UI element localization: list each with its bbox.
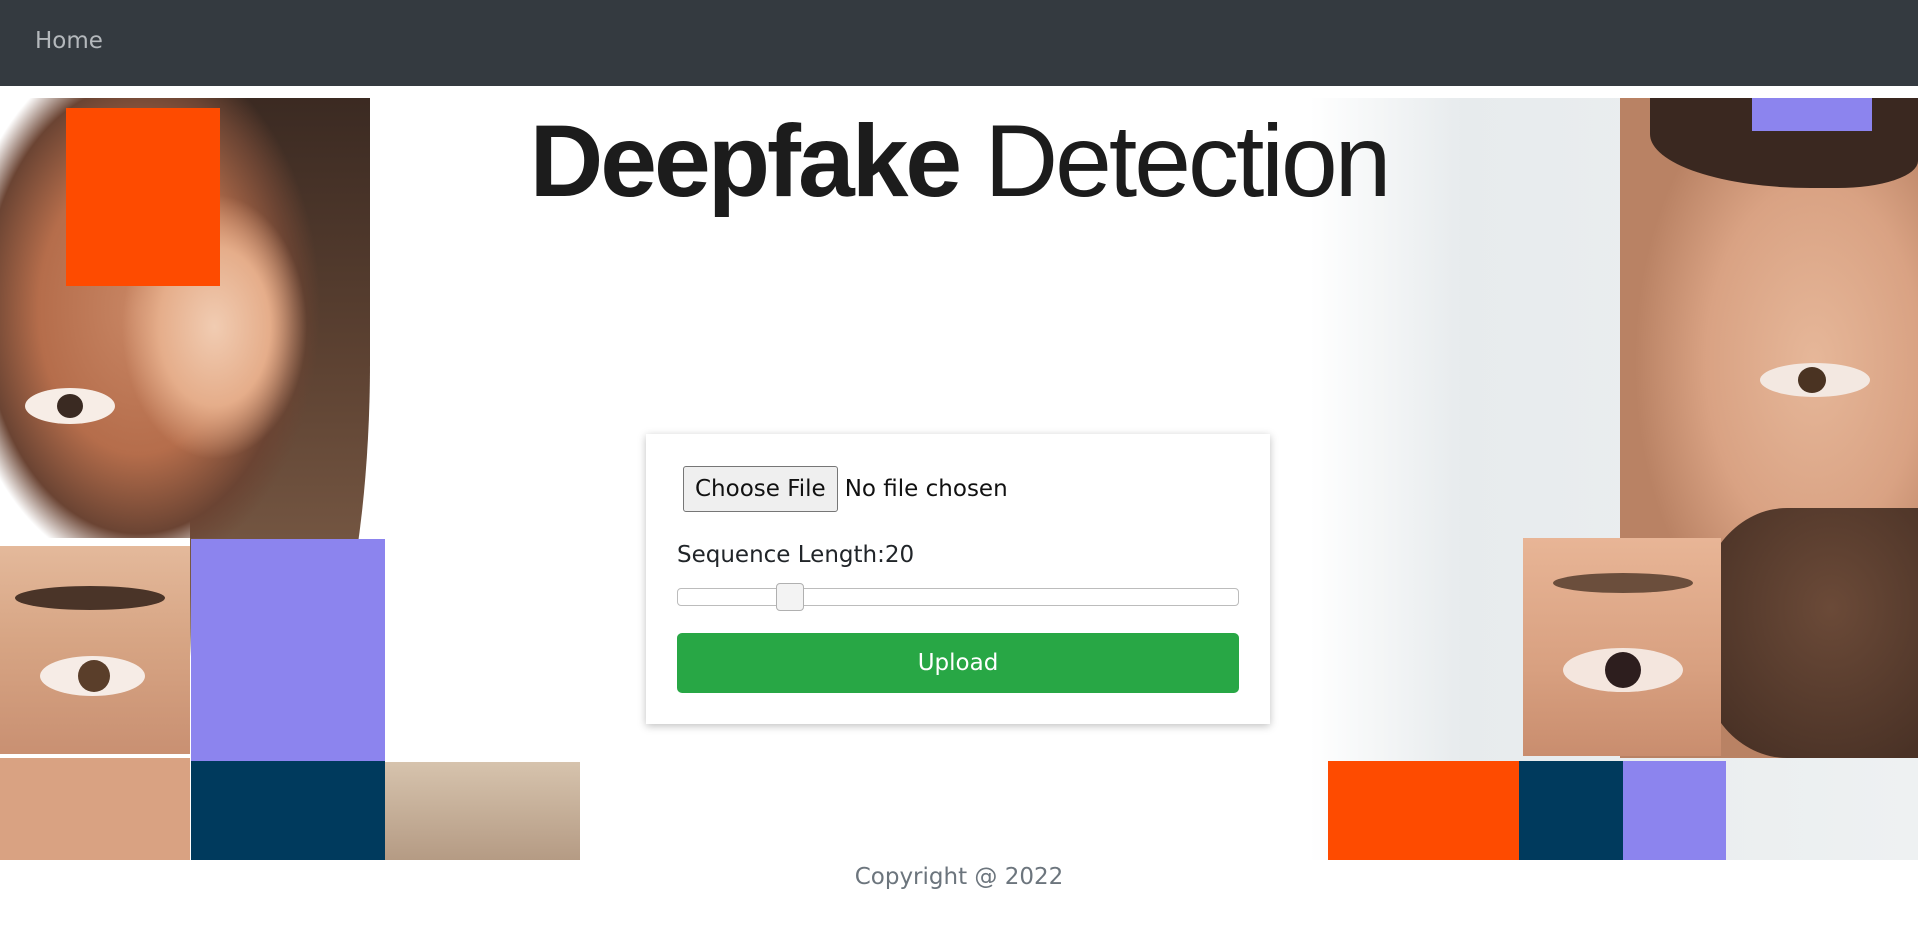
purple-block-top-right [1752,98,1872,131]
eye-tile-left-brow [15,586,165,610]
sequence-length-slider[interactable] [677,583,1239,611]
purple-block-left [191,539,385,761]
eye-tile-left-eye [40,656,145,696]
cheek-tile-left [0,758,190,860]
eye-tile-right [1523,538,1721,756]
footer-copyright: Copyright @ 2022 [854,864,1064,890]
orange-block-right [1328,761,1519,860]
navy-block-right [1519,761,1623,860]
choose-file-button[interactable]: Choose File [683,466,838,512]
hero-banner: Deepfake Detection Choose File No file c… [0,98,1918,860]
face-right-eye [1760,363,1870,397]
face-left-eye [25,388,115,424]
upload-button[interactable]: Upload [677,633,1239,693]
purple-block-right [1623,761,1726,860]
nav-home-link[interactable]: Home [35,28,103,54]
eye-tile-left [0,546,190,754]
eye-tile-right-brow [1553,573,1693,593]
top-navbar: Home [0,0,1918,86]
file-status-text: No file chosen [844,476,1008,502]
eye-tile-right-eye [1563,648,1683,692]
sequence-length-text: Sequence Length: [677,542,885,568]
upload-form-card: Choose File No file chosen Sequence Leng… [646,434,1270,724]
file-input[interactable]: Choose File No file chosen [683,466,1008,512]
face-right-beard [1700,508,1918,758]
title-bold-word: Deepfake [529,104,963,218]
slider-thumb[interactable] [776,583,804,611]
orange-block-left [66,108,220,286]
sequence-length-label: Sequence Length:20 [677,542,914,568]
sequence-length-value: 20 [884,542,915,568]
brow-tile-left [385,762,580,860]
navy-block-left [191,761,385,860]
